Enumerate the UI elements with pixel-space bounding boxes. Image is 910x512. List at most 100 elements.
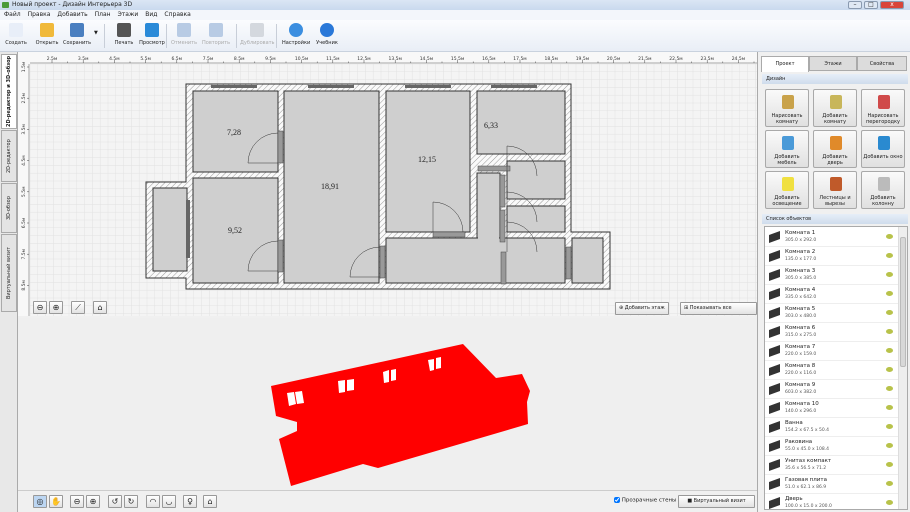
toolbar-button-3[interactable]: Печать (110, 22, 138, 50)
scrollbar[interactable] (898, 227, 907, 509)
list-item[interactable]: Комната 1 305.0 x 292.0 (765, 228, 898, 247)
view-tab-1[interactable]: 2D-редактор (1, 130, 17, 182)
show-sizes-button[interactable]: ⊞ Показывать все размеры (680, 302, 757, 315)
3d-house-model (271, 344, 530, 486)
zoom-in-button[interactable]: ⊕ (49, 301, 63, 314)
list-item[interactable]: Комната 5 303.0 x 480.0 (765, 304, 898, 323)
list-item[interactable]: Унитаз компакт 35.6 x 56.5 x 71.2 (765, 456, 898, 475)
object-size: 51.0 x 62.1 x 86.9 (785, 485, 827, 490)
eye-visibility-icon[interactable] (886, 348, 893, 353)
minimize-button[interactable]: – (848, 1, 862, 9)
door (277, 130, 284, 164)
eye-visibility-icon[interactable] (886, 253, 893, 258)
list-item[interactable]: Дверь 100.0 x 15.0 x 200.0 (765, 494, 898, 509)
eye-visibility-icon[interactable] (886, 367, 893, 372)
toolbar-button-0[interactable]: Создать (2, 22, 30, 50)
view-tab-3[interactable]: Виртуальный визит (1, 234, 17, 312)
toolbar-button-5[interactable]: Отменить (170, 22, 198, 50)
eye-visibility-icon[interactable] (886, 272, 893, 277)
menu-1[interactable]: Правка (28, 11, 51, 18)
list-item[interactable]: Раковина 55.0 x 45.0 x 108.4 (765, 437, 898, 456)
3d-window (391, 369, 396, 381)
design-button-4[interactable]: Добавить дверь (813, 130, 857, 168)
design-button-3[interactable]: Добавить мебель (765, 130, 809, 168)
eye-visibility-icon[interactable] (886, 462, 893, 467)
list-item[interactable]: Комната 2 135.0 x 177.0 (765, 247, 898, 266)
checkbox[interactable] (614, 497, 620, 503)
eye-visibility-icon[interactable] (886, 234, 893, 239)
menu-2[interactable]: Добавить (57, 11, 87, 18)
orbit-icon[interactable]: ◎ (33, 495, 47, 508)
design-button-5[interactable]: Добавить окно (861, 130, 905, 168)
list-item[interactable]: Комната 9 603.0 x 382.0 (765, 380, 898, 399)
rotate-right-icon[interactable]: ↻ (124, 495, 138, 508)
eye-visibility-icon[interactable] (886, 386, 893, 391)
panel-tab-2[interactable]: Свойства (857, 56, 907, 71)
3d-view[interactable] (18, 318, 757, 490)
menu-4[interactable]: Этажи (118, 11, 139, 18)
floor-plan-canvas[interactable]: 2.5м 3.5м 4.5м 5.5м 6.5м 7.5м 8.5м 9.5м 10.5м 11.… (18, 52, 757, 316)
toolbar-button-9[interactable]: Учебник (313, 22, 341, 50)
scrollbar-thumb[interactable] (900, 237, 906, 367)
toolbar-button-7[interactable]: Дублировать (240, 22, 275, 50)
eye-visibility-icon[interactable] (886, 310, 893, 315)
menu-3[interactable]: План (95, 11, 111, 18)
zoom-out-button[interactable]: ⊖ (33, 301, 47, 314)
design-button-0[interactable]: Нарисовать комнату (765, 89, 809, 127)
home-3d-icon[interactable]: ⌂ (203, 495, 217, 508)
list-item[interactable]: Комната 6 315.0 x 275.0 (765, 323, 898, 342)
transparent-walls-checkbox[interactable]: Прозрачные стены (614, 497, 676, 504)
list-item[interactable]: Ванна 154.2 x 67.5 x 50.4 (765, 418, 898, 437)
panel-tab-0[interactable]: Проект (761, 56, 809, 72)
tilt-up-icon[interactable]: ◠ (146, 495, 160, 508)
eye-visibility-icon[interactable] (886, 405, 893, 410)
design-button-2[interactable]: Нарисовать перегородку (861, 89, 905, 127)
design-button-1[interactable]: Добавить комнату (813, 89, 857, 127)
list-item[interactable]: Комната 10 140.0 x 296.0 (765, 399, 898, 418)
toolbar-button-6[interactable]: Повторить (202, 22, 230, 50)
eye-visibility-icon[interactable] (886, 500, 893, 505)
eye-visibility-icon[interactable] (886, 329, 893, 334)
design-button-7[interactable]: Лестницы и вырезы (813, 171, 857, 209)
maximize-button[interactable]: □ (864, 1, 878, 9)
object-icon (769, 477, 780, 491)
tilt-down-icon[interactable]: ◡ (162, 495, 176, 508)
virtual-visit-button[interactable]: ■ Виртуальный визит (678, 495, 755, 508)
list-item[interactable]: Комната 7 220.0 x 159.0 (765, 342, 898, 361)
stairs-icon (830, 177, 842, 191)
eye-visibility-icon[interactable] (886, 424, 893, 429)
window (491, 85, 537, 88)
object-size: 140.0 x 296.0 (785, 409, 817, 414)
3d-canvas[interactable] (18, 318, 757, 490)
zoom-out-3d-button[interactable]: ⊖ (70, 495, 84, 508)
ruler-icon[interactable]: ⟋ (71, 301, 85, 314)
eye-visibility-icon[interactable] (886, 291, 893, 296)
zoom-in-3d-button[interactable]: ⊕ (86, 495, 100, 508)
design-button-8[interactable]: Добавить колонну (861, 171, 905, 209)
menu-5[interactable]: Вид (145, 11, 157, 18)
panel-tab-1[interactable]: Этажи (809, 56, 857, 71)
home-icon[interactable]: ⌂ (93, 301, 107, 314)
toolbar-button-2[interactable]: Сохранить (63, 22, 91, 50)
add-floor-button[interactable]: ⊕ Добавить этаж (615, 302, 669, 315)
list-item[interactable]: Комната 3 305.0 x 385.0 (765, 266, 898, 285)
hand-pan-icon[interactable]: ✋ (49, 495, 63, 508)
save-dropdown-icon[interactable]: ▼ (94, 30, 98, 36)
list-item[interactable]: Комната 4 335.0 x 642.0 (765, 285, 898, 304)
menu-0[interactable]: Файл (4, 11, 21, 18)
menu-6[interactable]: Справка (164, 11, 190, 18)
floor-plan-editor[interactable]: 2.5м 3.5м 4.5м 5.5м 6.5м 7.5м 8.5м 9.5м 10.5м 11.… (18, 52, 757, 316)
list-item[interactable]: Комната 8 220.0 x 116.0 (765, 361, 898, 380)
toolbar-button-1[interactable]: Открыть (33, 22, 61, 50)
eye-visibility-icon[interactable] (886, 443, 893, 448)
close-button[interactable]: x (880, 1, 904, 9)
view-tab-0[interactable]: 2D-редактор и 3D-обзор (1, 54, 17, 129)
list-item[interactable]: Газовая плита 51.0 x 62.1 x 86.9 (765, 475, 898, 494)
design-button-6[interactable]: Добавить освещение (765, 171, 809, 209)
eye-visibility-icon[interactable] (886, 481, 893, 486)
toolbar-button-4[interactable]: Просмотр (138, 22, 166, 50)
view-tab-2[interactable]: 3D-обзор (1, 183, 17, 233)
toolbar-button-8[interactable]: Настройки (282, 22, 310, 50)
rotate-left-icon[interactable]: ↺ (108, 495, 122, 508)
light-icon[interactable]: ♀ (183, 495, 197, 508)
